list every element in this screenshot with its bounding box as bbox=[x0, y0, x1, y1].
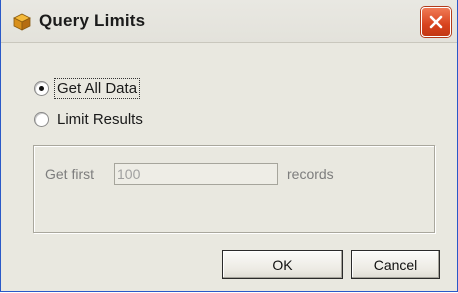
ok-button[interactable]: OK bbox=[222, 250, 343, 279]
records-count-input[interactable] bbox=[114, 163, 278, 185]
radio-limit-results[interactable]: Limit Results bbox=[34, 110, 145, 129]
radio-label-get-all-data[interactable]: Get All Data bbox=[53, 78, 141, 99]
box-icon bbox=[13, 13, 31, 31]
close-icon bbox=[429, 15, 443, 29]
title-bar[interactable]: Query Limits bbox=[1, 0, 457, 43]
radio-button-checked[interactable] bbox=[34, 81, 49, 96]
radio-label-limit-results[interactable]: Limit Results bbox=[55, 110, 145, 129]
cancel-button[interactable]: Cancel bbox=[351, 250, 440, 279]
radio-get-all-data[interactable]: Get All Data bbox=[34, 78, 141, 99]
close-button[interactable] bbox=[421, 7, 451, 37]
query-limits-dialog: Query Limits Get All Data Limit Results … bbox=[0, 0, 458, 292]
records-label: records bbox=[287, 166, 334, 182]
get-first-label: Get first bbox=[45, 166, 95, 182]
limit-results-group: Get first records bbox=[33, 145, 435, 233]
window-title: Query Limits bbox=[39, 11, 146, 30]
dialog-body: Get All Data Limit Results Get first rec… bbox=[1, 43, 457, 291]
radio-button-unchecked[interactable] bbox=[34, 112, 49, 127]
